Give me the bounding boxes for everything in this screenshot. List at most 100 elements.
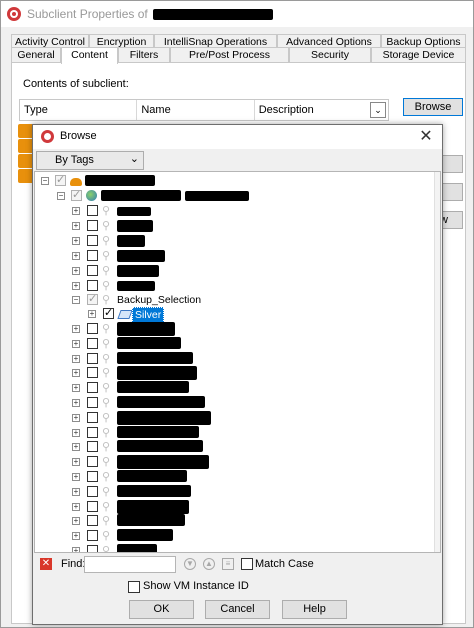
column-name[interactable]: Name xyxy=(137,100,255,120)
collapse-icon[interactable]: − xyxy=(72,296,80,304)
tree-checkbox[interactable] xyxy=(87,280,98,291)
tree-checkbox[interactable] xyxy=(87,382,98,394)
expand-icon[interactable]: + xyxy=(72,532,80,541)
tab-filters[interactable]: Filters xyxy=(118,47,170,62)
highlight-all-icon[interactable]: ≡ xyxy=(222,558,234,570)
redacted-block xyxy=(153,9,274,21)
expand-icon[interactable]: + xyxy=(72,413,80,422)
tab-content[interactable]: Content xyxy=(61,47,118,64)
tab-storage-device[interactable]: Storage Device xyxy=(371,47,466,62)
collapse-icon[interactable]: − xyxy=(57,192,65,200)
tab-row-bottom: General Content Filters Pre/Post Process… xyxy=(11,47,466,64)
expand-icon[interactable]: + xyxy=(72,207,80,215)
redacted-block xyxy=(117,470,187,482)
redacted-block xyxy=(117,250,165,262)
expand-icon[interactable]: + xyxy=(72,325,80,333)
expand-icon[interactable]: + xyxy=(72,547,80,552)
tree-checkbox[interactable] xyxy=(87,545,98,552)
show-vm-instance-checkbox[interactable] xyxy=(128,581,140,593)
tree-checkbox[interactable] xyxy=(87,323,98,334)
redacted-block xyxy=(117,207,151,216)
tree-scrollbar[interactable] xyxy=(434,172,440,552)
tree-checkbox[interactable] xyxy=(87,397,98,408)
expand-icon[interactable]: + xyxy=(72,369,80,378)
expand-icon[interactable]: + xyxy=(72,267,80,275)
tree-checkbox[interactable] xyxy=(87,265,98,276)
contents-label: Contents of subclient: xyxy=(23,78,129,90)
browse-dialog: Browse ✕ By Tags ⌄ − − + ⚲ xyxy=(32,124,443,625)
expand-icon[interactable]: + xyxy=(72,443,80,452)
tree-checkbox[interactable] xyxy=(87,292,98,305)
tree-checkbox[interactable] xyxy=(87,411,98,423)
expand-icon[interactable]: + xyxy=(72,282,80,290)
tree-checkbox[interactable] xyxy=(87,471,98,482)
view-mode-select[interactable]: By Tags ⌄ xyxy=(36,151,144,170)
cancel-button[interactable]: Cancel xyxy=(205,600,270,619)
ok-button[interactable]: OK xyxy=(129,600,194,619)
find-input[interactable] xyxy=(84,556,176,573)
close-icon[interactable]: ✕ xyxy=(416,127,436,147)
expand-icon[interactable]: + xyxy=(72,399,80,407)
redacted-block xyxy=(117,351,193,364)
tree-checkbox[interactable] xyxy=(87,426,98,438)
redacted-block xyxy=(117,235,145,247)
tree-checkbox[interactable] xyxy=(71,188,82,201)
key-icon: ⚲ xyxy=(102,426,111,439)
close-find-icon[interactable]: ✕ xyxy=(40,558,52,570)
find-bar: ✕ Find: ▼ ▲ ≡ Match Case xyxy=(34,555,441,575)
expand-icon[interactable]: + xyxy=(72,237,80,245)
expand-icon[interactable]: + xyxy=(72,458,80,467)
match-case-checkbox[interactable] xyxy=(241,558,253,570)
expand-icon[interactable]: + xyxy=(72,339,80,348)
tree-checkbox[interactable] xyxy=(87,235,98,246)
expand-icon[interactable]: + xyxy=(72,517,80,526)
browse-tree[interactable]: − − + ⚲ + ⚲ + ⚲ xyxy=(34,171,441,553)
tree-checkbox[interactable] xyxy=(87,456,98,468)
tree-checkbox[interactable] xyxy=(87,515,98,527)
find-previous-icon[interactable]: ▲ xyxy=(203,558,215,570)
collapse-icon[interactable]: − xyxy=(41,177,49,185)
column-description[interactable]: Description xyxy=(255,100,368,120)
tab-pre-post-process[interactable]: Pre/Post Process xyxy=(170,47,289,62)
cloud-icon xyxy=(70,178,82,186)
globe-icon xyxy=(86,190,97,201)
expand-icon[interactable]: + xyxy=(88,310,96,318)
expand-icon[interactable]: + xyxy=(72,473,80,481)
key-icon: ⚲ xyxy=(102,471,111,483)
expand-icon[interactable]: + xyxy=(72,252,80,260)
expand-icon[interactable]: + xyxy=(72,354,80,363)
key-icon: ⚲ xyxy=(102,397,111,409)
tree-checkbox[interactable] xyxy=(87,500,98,512)
tag-icon xyxy=(117,310,133,319)
content-grid-header: Type Name Description ⌄ xyxy=(19,99,389,121)
tree-checkbox[interactable] xyxy=(103,306,114,319)
help-button[interactable]: Help xyxy=(282,600,347,619)
browse-button[interactable]: Browse xyxy=(403,98,463,116)
column-chooser-icon[interactable]: ⌄ xyxy=(370,102,387,118)
expand-icon[interactable]: + xyxy=(72,222,80,230)
tree-checkbox[interactable] xyxy=(87,530,98,542)
tree-checkbox[interactable] xyxy=(55,173,66,186)
tree-checkbox[interactable] xyxy=(87,220,98,231)
tab-general[interactable]: General xyxy=(11,47,61,62)
tree-checkbox[interactable] xyxy=(87,352,98,364)
window-title: Subclient Properties of xyxy=(27,7,274,21)
find-next-icon[interactable]: ▼ xyxy=(184,558,196,570)
column-type[interactable]: Type xyxy=(20,100,138,120)
tree-checkbox[interactable] xyxy=(87,337,98,349)
tree-checkbox[interactable] xyxy=(87,205,98,216)
tree-checkbox[interactable] xyxy=(87,441,98,453)
window-title-text: Subclient Properties of xyxy=(27,7,152,21)
tab-security[interactable]: Security xyxy=(289,47,371,62)
expand-icon[interactable]: + xyxy=(72,487,80,496)
expand-icon[interactable]: + xyxy=(72,428,80,437)
key-icon: ⚲ xyxy=(102,411,111,424)
expand-icon[interactable]: + xyxy=(72,384,80,393)
chevron-down-icon: ⌄ xyxy=(129,153,139,165)
redacted-block xyxy=(117,455,209,470)
tree-checkbox[interactable] xyxy=(87,367,98,379)
tree-checkbox[interactable] xyxy=(87,485,98,497)
redacted-block xyxy=(101,190,181,201)
tree-checkbox[interactable] xyxy=(87,250,98,261)
expand-icon[interactable]: + xyxy=(72,502,80,511)
